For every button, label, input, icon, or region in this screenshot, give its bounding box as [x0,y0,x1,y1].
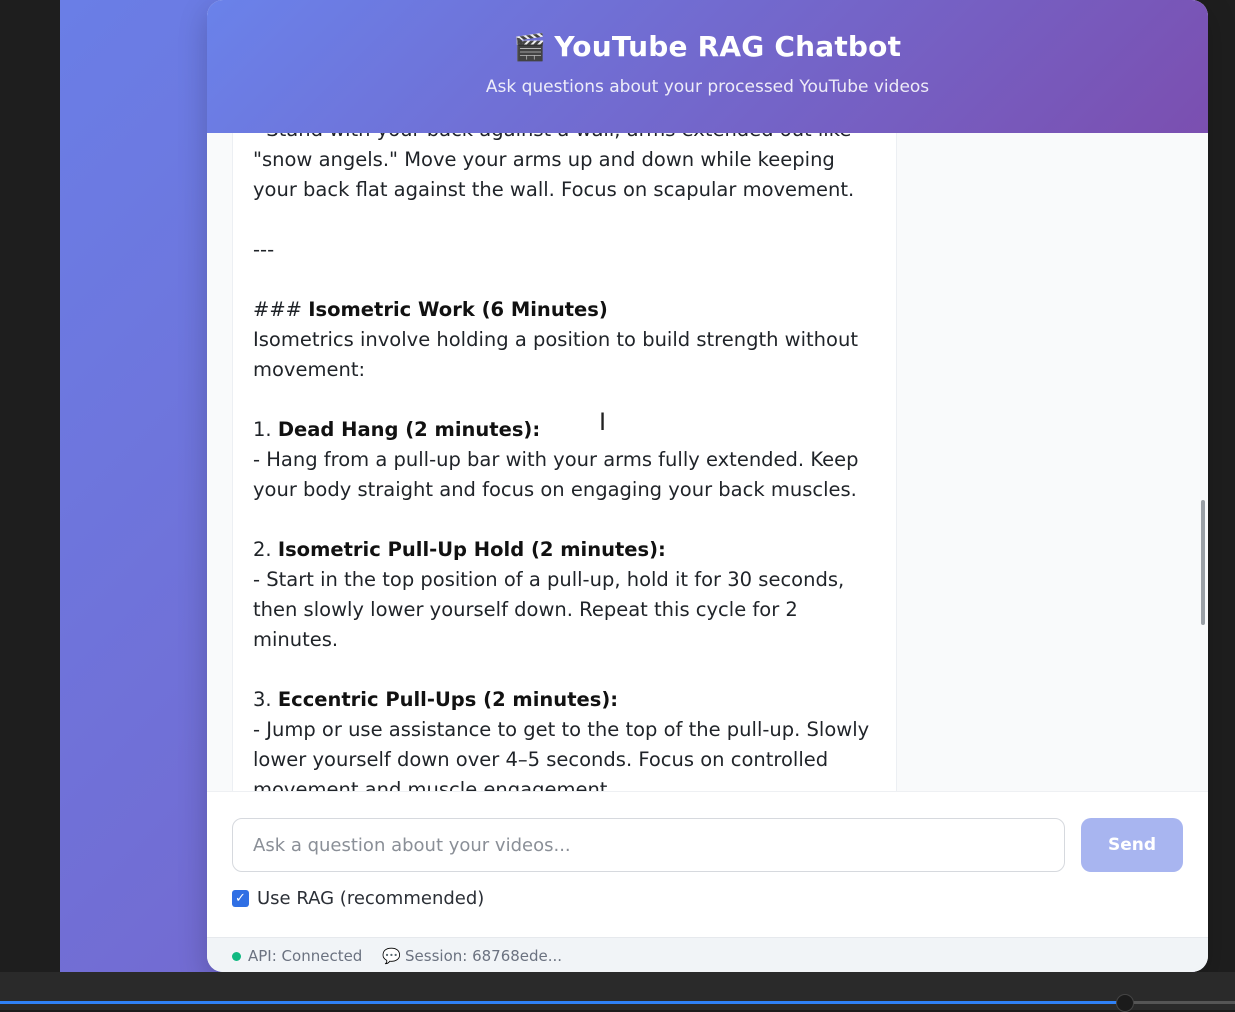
list-item-title: 2. Isometric Pull-Up Hold (2 minutes): [253,535,883,565]
api-status: API: Connected [248,947,363,965]
section-heading-prefix: ### [253,298,309,321]
use-rag-checkbox[interactable]: ✓ [232,890,249,907]
section-intro: Isometrics involve holding a position to… [253,328,858,381]
use-rag-option[interactable]: ✓ Use RAG (recommended) [232,888,484,909]
message-divider: --- [253,238,275,261]
api-status-dot-icon [232,951,241,961]
speech-bubble-icon: 💬 [382,947,402,965]
app-header: 🎬 YouTube RAG Chatbot Ask questions about… [207,0,1208,133]
session-id: Session: 68768ede... [405,947,563,965]
list-item-title: 1. Dead Hang (2 minutes): [253,415,883,445]
chatbot-app: 🎬 YouTube RAG Chatbot Ask questions about… [207,0,1208,972]
list-item-text: - Start in the top position of a pull-up… [253,568,845,651]
list-item-number: 2. [253,538,278,561]
list-item-number: 1. [253,418,278,441]
chat-messages-area[interactable]: - Stand with your back against a wall, a… [207,133,1208,791]
chat-scrollbar[interactable] [1201,500,1205,625]
desktop-background-left [0,0,60,972]
text-cursor-icon: I [599,408,607,436]
assistant-message-bubble: - Stand with your back against a wall, a… [232,133,897,791]
use-rag-label[interactable]: Use RAG (recommended) [257,888,484,909]
list-item-title: 3. Eccentric Pull-Ups (2 minutes): [253,685,883,715]
list-item-heading: Eccentric Pull-Ups (2 minutes): [277,688,619,711]
status-bar: API: Connected 💬 Session: 68768ede... [207,937,1208,972]
list-item-number: 3. [253,688,278,711]
player-controls-bar [0,972,1235,1010]
page-background: 🎬 YouTube RAG Chatbot Ask questions about… [60,0,1208,972]
question-input[interactable] [232,818,1065,872]
input-area: Send ✓ Use RAG (recommended) [207,791,1208,937]
video-progress-fill [0,1001,1124,1004]
app-subtitle: Ask questions about your processed YouTu… [485,77,930,97]
clapperboard-icon: 🎬 [513,33,547,63]
section-heading-title: Isometric Work (6 Minutes) [308,298,608,321]
message-paragraph: - Stand with your back against a wall, a… [253,133,855,201]
app-title-text: YouTube RAG Chatbot [554,30,902,63]
video-progress-track[interactable] [0,994,1235,1012]
video-progress-handle[interactable] [1115,994,1134,1012]
list-item-heading: Isometric Pull-Up Hold (2 minutes): [277,538,666,561]
assistant-message-text: - Stand with your back against a wall, a… [253,133,883,791]
send-button[interactable]: Send [1081,818,1183,872]
list-item-text: - Hang from a pull-up bar with your arms… [253,448,859,501]
list-item-heading: Dead Hang (2 minutes): [277,418,541,441]
app-title: 🎬 YouTube RAG Chatbot [207,0,1208,63]
section-heading: ### Isometric Work (6 Minutes) [253,295,883,325]
list-item-text: - Jump or use assistance to get to the t… [253,718,870,791]
